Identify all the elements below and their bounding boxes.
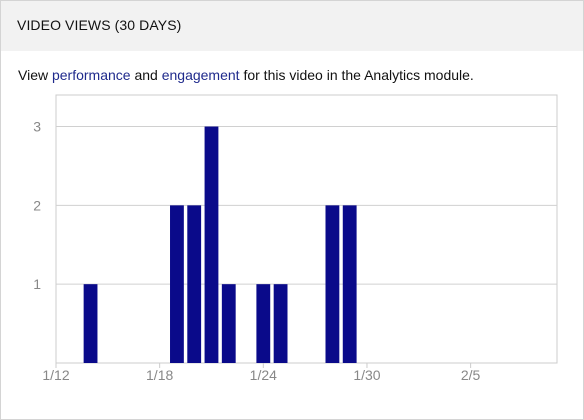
views-chart: 1 2 3 1/12 1/18 1/24 1/30 2/5 (1, 93, 583, 393)
panel-header: VIDEO VIEWS (30 DAYS) (1, 1, 583, 51)
views-chart-svg: 1 2 3 1/12 1/18 1/24 1/30 2/5 (33, 94, 558, 383)
y-tick-label: 2 (33, 197, 41, 213)
bar (83, 284, 98, 363)
x-tick-label: 1/30 (353, 367, 380, 383)
x-tick-label: 1/18 (146, 367, 173, 383)
intro-prefix: View (18, 67, 52, 83)
performance-link[interactable]: performance (52, 67, 131, 83)
bar (170, 205, 184, 363)
y-tick-label: 3 (33, 119, 41, 135)
intro-suffix: for this video in the Analytics module. (239, 67, 474, 83)
bar (325, 205, 340, 363)
x-tick-label: 1/24 (250, 367, 277, 383)
bar (204, 126, 219, 363)
bar (221, 284, 236, 363)
y-tick-label: 1 (33, 276, 41, 292)
intro-text: View performance and engagement for this… (18, 67, 474, 83)
bar (273, 284, 288, 363)
plot-frame (55, 94, 558, 364)
bar (256, 284, 271, 363)
video-views-panel: VIDEO VIEWS (30 DAYS) View performance a… (0, 0, 584, 420)
bar (342, 205, 357, 363)
x-tick-label: 1/12 (42, 367, 69, 383)
panel-title: VIDEO VIEWS (30 DAYS) (17, 17, 182, 33)
bar (187, 205, 202, 363)
x-tick-label: 2/5 (461, 367, 481, 383)
intro-middle: and (130, 67, 162, 83)
engagement-link[interactable]: engagement (162, 67, 240, 83)
